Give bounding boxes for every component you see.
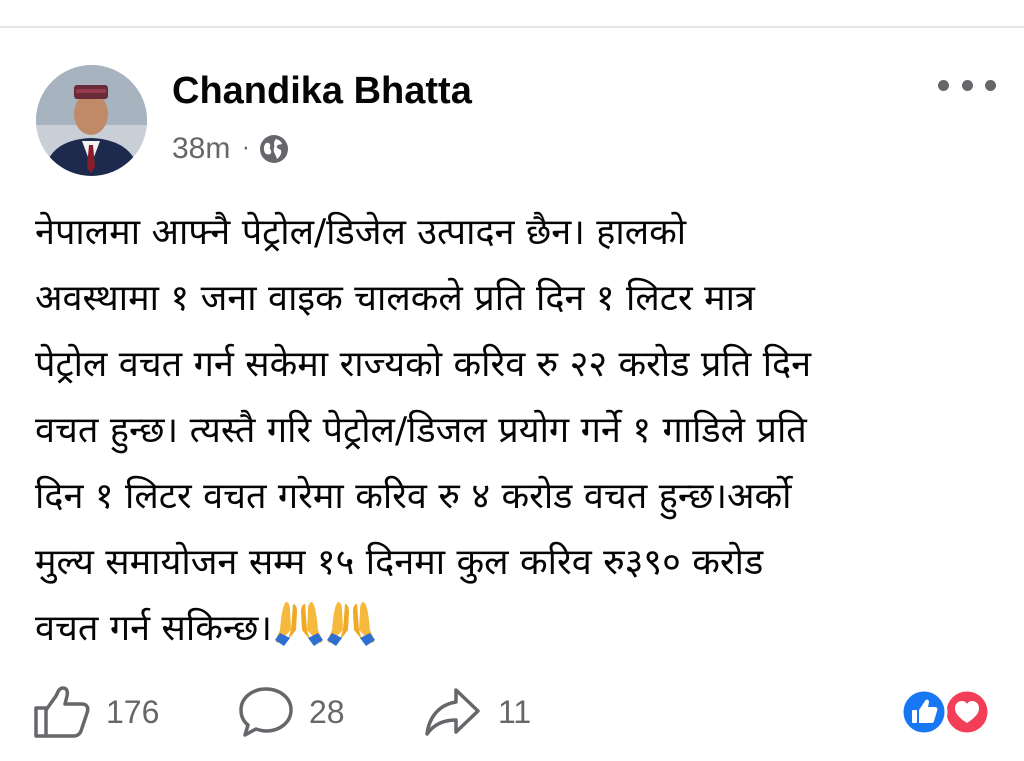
post-text-line: मुल्य समायोजन सम्म १५ दिनमा कुल करिव रु३… (35, 542, 764, 583)
share-button[interactable]: 11 (422, 684, 592, 740)
avatar[interactable] (36, 65, 147, 176)
post-body: नेपालमा आफ्नै पेट्रोल/डिजेल उत्पादन छैन।… (35, 200, 1010, 670)
comment-count: 28 (309, 693, 345, 730)
post-time[interactable]: 38m (172, 132, 230, 166)
post-text-line: नेपालमा आफ्नै पेट्रोल/डिजेल उत्पादन छैन।… (35, 212, 687, 253)
like-button[interactable]: 176 (32, 684, 237, 740)
reaction-summary[interactable] (900, 688, 992, 736)
top-divider (0, 26, 1024, 28)
folded-hands-icon (326, 600, 376, 670)
like-count: 176 (106, 693, 160, 730)
post-text-line: पेट्रोल वचत गर्न सकेमा राज्यको करिव रु २… (35, 344, 812, 385)
post-text-last-line: वचत गर्न सकिन्छ। (35, 596, 1010, 670)
post-text-line: वचत हुन्छ। त्यस्तै गरि पेट्रोल/डिजल प्रय… (35, 410, 807, 451)
share-icon (425, 688, 480, 736)
more-options-icon[interactable] (938, 74, 996, 96)
like-icon (34, 686, 90, 738)
folded-hands-icon (274, 600, 324, 670)
share-count: 11 (498, 693, 532, 730)
post-text-line: वचत गर्न सकिन्छ। (35, 608, 273, 649)
post-text-line: अवस्थामा १ जना वाइक चालकले प्रति दिन १ ल… (35, 278, 755, 319)
like-reaction-icon (900, 688, 948, 736)
post-text-line: दिन १ लिटर वचत गरेमा करिव रु ४ करोड वचत … (35, 476, 792, 517)
love-reaction-icon (943, 688, 991, 736)
avatar-photo (36, 65, 147, 176)
comment-icon (239, 687, 293, 737)
action-bar: 176 28 11 (32, 684, 592, 740)
globe-icon (259, 134, 289, 164)
author-name[interactable]: Chandika Bhatta (172, 68, 472, 114)
post-meta: 38m · (172, 128, 289, 170)
meta-separator: · (242, 136, 250, 162)
comment-button[interactable]: 28 (237, 684, 422, 740)
